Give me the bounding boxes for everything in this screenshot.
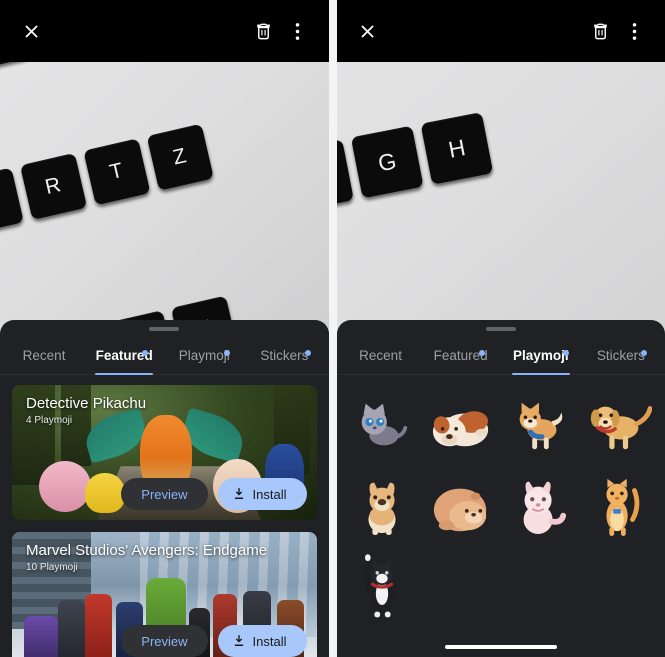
tab-recent-label: Recent — [359, 348, 402, 363]
install-button[interactable]: Install — [217, 625, 307, 657]
install-button-label: Install — [252, 633, 287, 649]
tab-recent[interactable]: Recent — [4, 348, 84, 374]
preview-button[interactable]: Preview — [121, 478, 208, 510]
playmoji-pink-cat[interactable] — [503, 467, 578, 545]
tab-playmoji[interactable]: Playmoji — [164, 348, 244, 374]
playmoji-shiba-inu[interactable] — [503, 385, 578, 463]
featured-card-list: Detective Pikachu 4 Playmoji Preview Ins… — [0, 375, 329, 657]
pink-cat-icon — [523, 481, 567, 535]
tab-playmoji-label: Playmoji — [513, 348, 569, 363]
app-bar-right — [336, 0, 665, 62]
trash-icon[interactable] — [247, 14, 281, 48]
preview-button[interactable]: Preview — [121, 625, 208, 657]
app-bar-left — [0, 0, 329, 62]
close-icon[interactable] — [14, 14, 48, 48]
tab-active-underline — [95, 372, 154, 375]
tab-recent[interactable]: Recent — [341, 348, 421, 374]
key-t: T — [82, 138, 151, 206]
figure-3 — [85, 594, 113, 657]
tab-stickers[interactable]: Stickers — [244, 348, 324, 374]
key-h-right: H — [420, 111, 494, 185]
card-text-block: Marvel Studios' Avengers: Endgame 10 Pla… — [26, 542, 267, 573]
playmoji-gray-kitten[interactable] — [345, 385, 420, 463]
playmoji-tuxedo-cat[interactable] — [345, 549, 420, 627]
key-g-right: G — [350, 125, 424, 199]
close-icon[interactable] — [351, 14, 385, 48]
featured-card-detective-pikachu[interactable]: Detective Pikachu 4 Playmoji Preview Ins… — [12, 385, 317, 520]
tab-recent-label: Recent — [22, 348, 66, 363]
tab-featured[interactable]: Featured — [421, 348, 501, 374]
playmoji-french-bulldog[interactable] — [345, 467, 420, 545]
card-actions: Preview Install — [121, 625, 307, 657]
card-subtitle: 4 Playmoji — [26, 415, 73, 426]
golden-retriever-icon — [591, 406, 653, 450]
playmoji-bulldog[interactable] — [424, 385, 499, 463]
key-z: Z — [146, 123, 214, 191]
home-indicator — [444, 645, 557, 649]
bottom-sheet-right: Recent Featured Playmoji Stickers — [336, 320, 665, 657]
overflow-menu-icon[interactable] — [281, 14, 315, 48]
tab-active-underline — [511, 372, 570, 375]
card-actions: Preview Install — [121, 478, 307, 510]
tab-playmoji-badge-dot — [562, 350, 569, 356]
phone-screenshot-right: E€ R T Z S D F G H X C V B — [336, 0, 665, 657]
card-title: Detective Pikachu — [26, 395, 147, 412]
download-icon — [234, 635, 243, 647]
key-r: R — [19, 153, 87, 221]
orange-tabby-cat-icon — [606, 478, 640, 536]
tab-stickers-label: Stickers — [596, 348, 645, 363]
tab-bar-left: Recent Featured Playmoji Stickers — [0, 331, 329, 375]
install-button-label: Install — [252, 486, 287, 502]
tab-stickers[interactable]: Stickers — [581, 348, 661, 374]
card-text-block: Detective Pikachu 4 Playmoji — [26, 395, 146, 426]
tab-playmoji[interactable]: Playmoji — [501, 348, 581, 375]
install-button[interactable]: Install — [217, 478, 307, 510]
tab-featured-badge-dot — [478, 350, 485, 356]
card-title: Marvel Studios' Avengers: Endgame — [26, 542, 268, 559]
tab-bar-right: Recent Featured Playmoji Stickers — [336, 331, 665, 375]
playmoji-round-hamster[interactable] — [424, 467, 499, 545]
key-4: $4 — [0, 62, 30, 70]
gray-kitten-icon — [361, 403, 408, 446]
tab-featured[interactable]: Featured — [84, 348, 164, 375]
shiba-inu-icon — [519, 402, 563, 450]
screenshot-stage: "2 §3 $4 %5 &6 /7 F3 F4 F5 F6 W E€ — [0, 0, 665, 657]
phone-screenshot-left: "2 §3 $4 %5 &6 /7 F3 F4 F5 F6 W E€ — [0, 0, 329, 657]
card-subtitle: 10 Playmoji — [26, 562, 78, 573]
tab-playmoji-label: Playmoji — [178, 348, 230, 363]
bulldog-icon — [433, 411, 489, 447]
tab-stickers-badge-dot — [641, 350, 647, 356]
figure-2 — [57, 599, 86, 657]
key-e: E€ — [0, 167, 24, 235]
featured-card-avengers-endgame[interactable]: Marvel Studios' Avengers: Endgame 10 Pla… — [12, 532, 317, 657]
figure-1 — [24, 615, 58, 657]
bottom-sheet-left: Recent Featured Playmoji Stickers Detect… — [0, 320, 329, 657]
trash-icon[interactable] — [583, 14, 617, 48]
french-bulldog-icon — [368, 482, 396, 535]
key-f-right: F — [336, 138, 354, 212]
tab-stickers-badge-dot — [304, 350, 311, 356]
tab-stickers-label: Stickers — [260, 348, 309, 363]
tuxedo-cat-icon — [364, 554, 394, 618]
playmoji-grid — [337, 375, 665, 627]
round-hamster-icon — [434, 488, 487, 532]
playmoji-golden-retriever[interactable] — [582, 385, 657, 463]
playmoji-orange-tabby-cat[interactable] — [582, 467, 657, 545]
overflow-menu-icon[interactable] — [617, 14, 651, 48]
download-icon — [234, 488, 243, 500]
